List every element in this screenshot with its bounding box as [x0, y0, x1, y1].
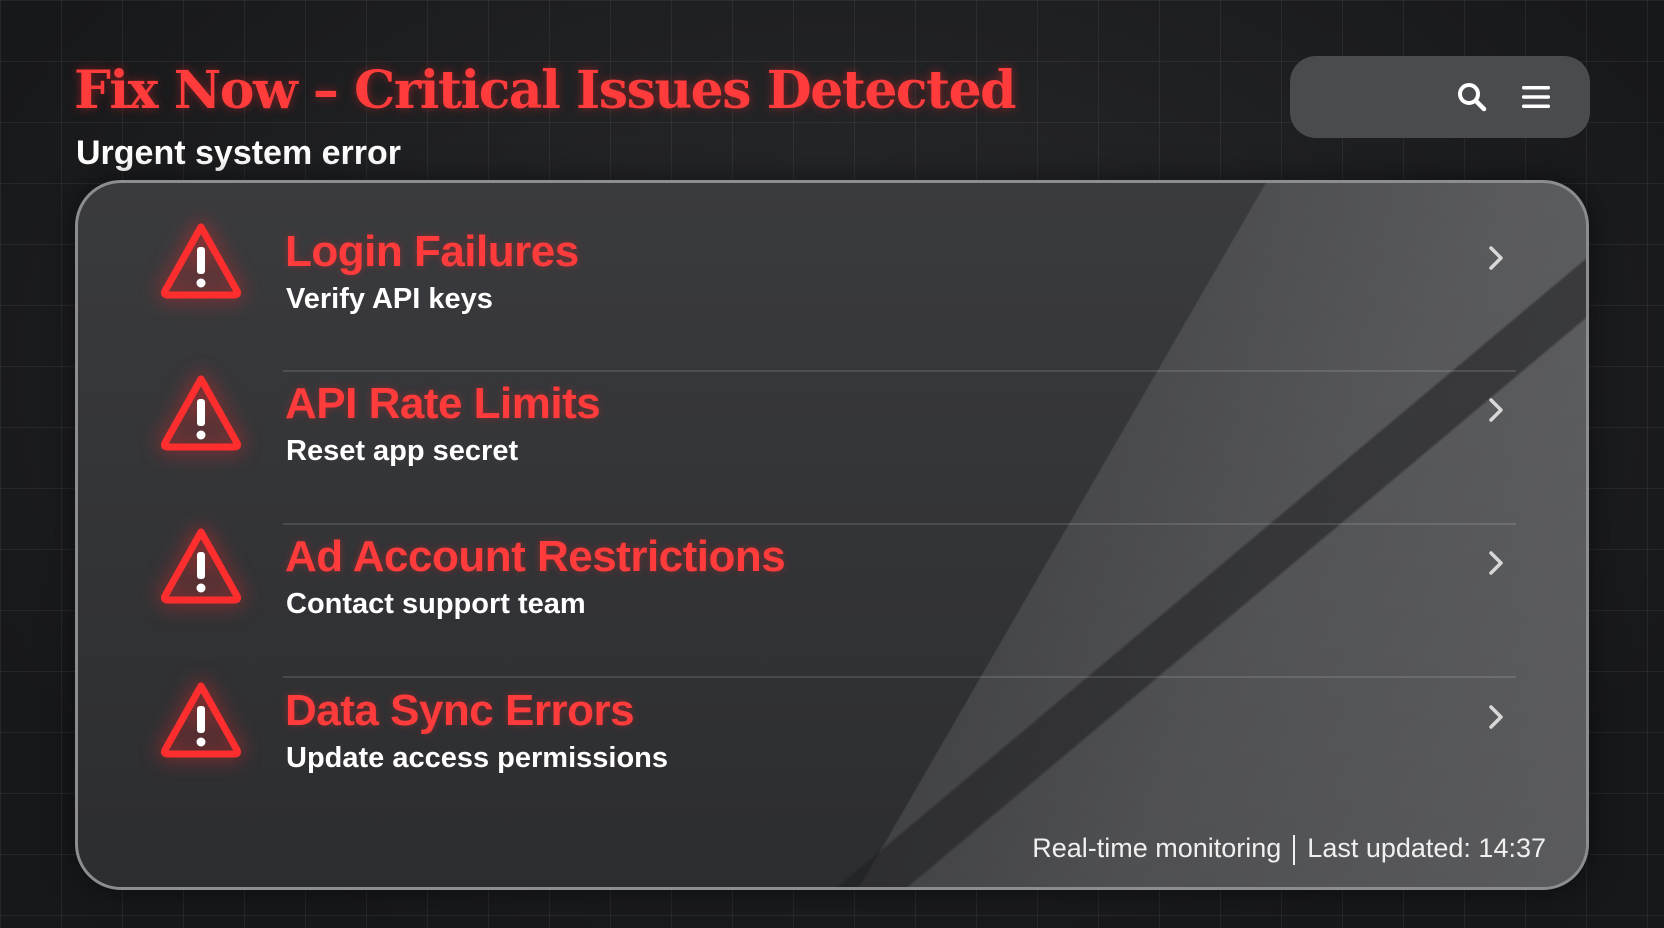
hamburger-menu-icon [1522, 86, 1550, 108]
issue-title: Login Failures [285, 227, 579, 276]
chevron-right-icon [1489, 551, 1503, 575]
search-icon [1458, 83, 1487, 112]
top-toolbar [1290, 56, 1590, 138]
page-subtitle: Urgent system error [76, 134, 402, 172]
issues-panel: Login Failures Verify API keys API Rate … [75, 180, 1589, 890]
chevron-right-icon [1489, 246, 1503, 270]
issue-item-login-failures[interactable]: Login Failures Verify API keys [78, 183, 1586, 336]
last-updated-label: Last updated: 14:37 [1307, 833, 1546, 864]
separator [1293, 835, 1296, 865]
issue-description: Reset app secret [286, 435, 519, 467]
monitoring-label: Real-time monitoring [1032, 833, 1282, 864]
warning-triangle-icon [160, 682, 242, 758]
issue-description: Update access permissions [286, 742, 669, 774]
page-title: Fix Now – Critical Issues Detected [74, 60, 1017, 121]
warning-triangle-icon [160, 223, 242, 299]
issue-title: Data Sync Errors [285, 686, 635, 735]
warning-triangle-icon [160, 528, 242, 604]
issue-description: Contact support team [286, 588, 586, 620]
issue-description: Verify API keys [286, 283, 493, 315]
status-footer: Real-time monitoring Last updated: 14:37 [1032, 833, 1546, 865]
chevron-right-icon [1489, 398, 1503, 422]
issue-item-api-rate-limits[interactable]: API Rate Limits Reset app secret [78, 335, 1586, 488]
issue-title: Ad Account Restrictions [285, 532, 786, 581]
search-button[interactable] [1454, 79, 1490, 115]
menu-button[interactable] [1518, 79, 1554, 115]
warning-triangle-icon [160, 375, 242, 451]
chevron-right-icon [1489, 705, 1503, 729]
issue-item-data-sync-errors[interactable]: Data Sync Errors Update access permissio… [78, 642, 1586, 795]
issue-item-ad-account-restrictions[interactable]: Ad Account Restrictions Contact support … [78, 488, 1586, 641]
issue-title: API Rate Limits [285, 379, 601, 428]
